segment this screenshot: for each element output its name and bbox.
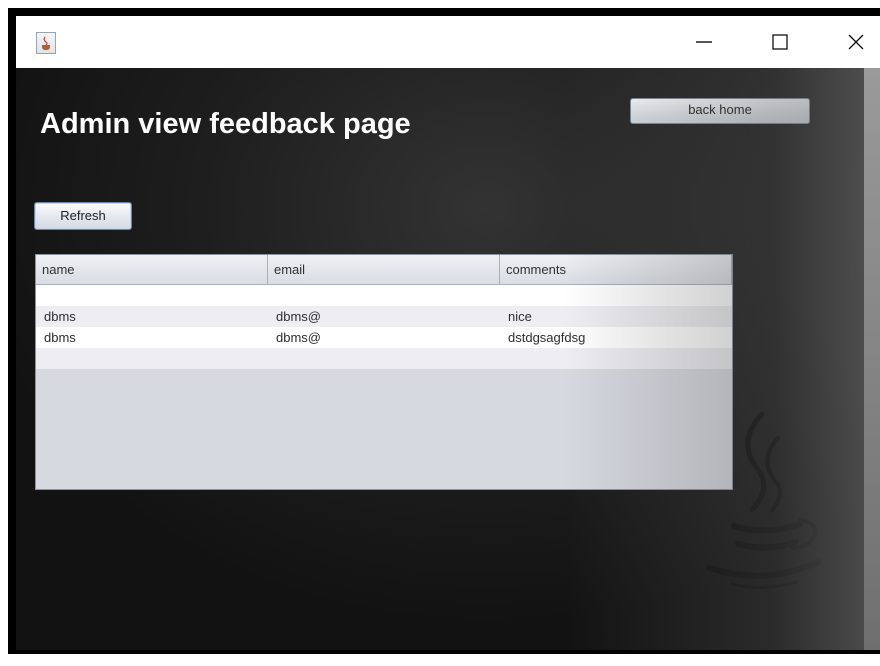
table-header: name email comments (36, 255, 732, 285)
window-frame: Admin view feedback page back home Refre… (0, 0, 880, 666)
cell-comments[interactable]: nice (500, 306, 732, 327)
close-icon (848, 34, 864, 50)
column-header-name[interactable]: name (36, 255, 268, 285)
page-title: Admin view feedback page (40, 108, 411, 140)
minimize-icon (696, 41, 712, 43)
back-home-button[interactable]: back home (630, 98, 810, 124)
refresh-button[interactable]: Refresh (34, 202, 132, 230)
cell-email[interactable]: dbms@ (268, 306, 500, 327)
cell-email[interactable] (268, 285, 500, 306)
cell-comments[interactable]: dstdgsagfdsg (500, 327, 732, 348)
cell-comments[interactable] (500, 285, 732, 306)
cell-name[interactable] (36, 285, 268, 306)
column-header-email[interactable]: email (268, 255, 500, 285)
cell-name[interactable] (36, 348, 268, 369)
column-header-comments[interactable]: comments (500, 255, 732, 285)
java-logo (707, 411, 821, 590)
cell-comments[interactable] (500, 348, 732, 369)
java-cup-icon (36, 32, 56, 54)
feedback-table[interactable]: name email comments dbms dbms@ nice dbms… (35, 254, 733, 490)
window-edge (864, 68, 880, 650)
minimize-button[interactable] (666, 16, 742, 68)
table-row[interactable]: dbms dbms@ dstdgsagfdsg (36, 327, 732, 348)
cell-email[interactable] (268, 348, 500, 369)
cell-name[interactable]: dbms (36, 327, 268, 348)
cell-name[interactable]: dbms (36, 306, 268, 327)
table-row[interactable] (36, 348, 732, 369)
maximize-button[interactable] (742, 16, 818, 68)
maximize-icon (772, 34, 788, 50)
close-button[interactable] (818, 16, 880, 68)
table-row[interactable]: dbms dbms@ nice (36, 306, 732, 327)
title-bar[interactable] (16, 16, 880, 68)
table-body: dbms dbms@ nice dbms dbms@ dstdgsagfdsg (36, 285, 732, 369)
content-panel: Admin view feedback page back home Refre… (16, 68, 864, 650)
cell-email[interactable]: dbms@ (268, 327, 500, 348)
table-row[interactable] (36, 285, 732, 306)
